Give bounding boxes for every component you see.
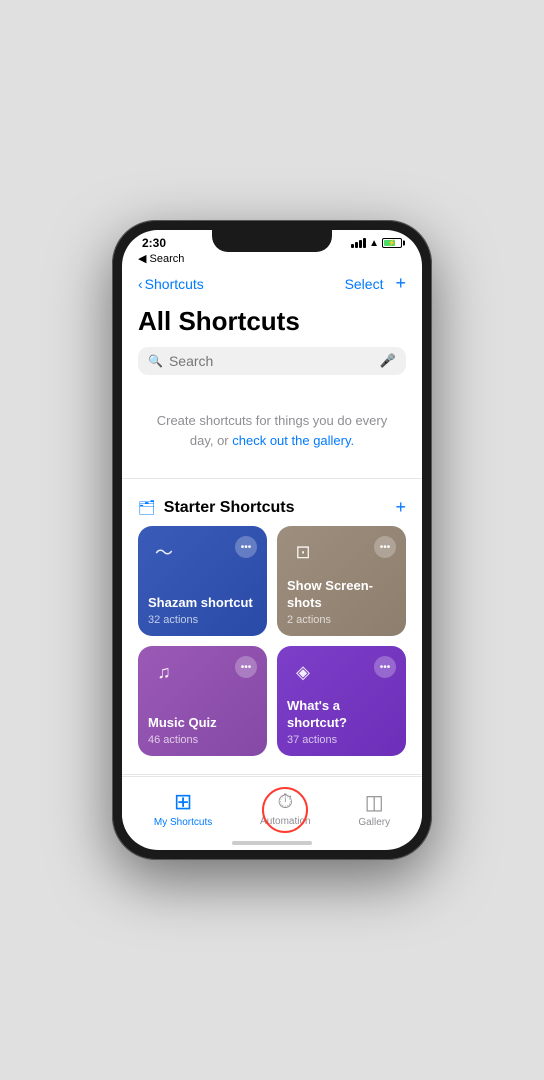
more-button-screenshots[interactable]: ••• <box>374 536 396 558</box>
folder-icon: 🗂 <box>138 499 156 516</box>
back-search-hint: ◀ Search <box>122 252 422 269</box>
shortcuts-grid: 〜 ••• Shazam shortcut 32 actions ⊡ ••• <box>122 526 422 766</box>
shortcut-card-shazam[interactable]: 〜 ••• Shazam shortcut 32 actions <box>138 526 267 636</box>
tab-automation[interactable]: ⏱ Automation <box>260 791 311 827</box>
microphone-icon[interactable]: 🎤 <box>380 353 396 369</box>
back-button[interactable]: ‹ Shortcuts <box>138 276 204 292</box>
shortcut-actions-shazam: 32 actions <box>148 614 257 626</box>
shortcut-actions-screenshots: 2 actions <box>287 614 396 626</box>
status-time: 2:30 <box>142 236 166 250</box>
nav-actions: Select + <box>345 273 406 294</box>
battery-icon: ⚡ <box>382 238 402 248</box>
search-input[interactable] <box>169 353 374 369</box>
shortcut-actions-whats-shortcut: 37 actions <box>287 734 396 746</box>
section-divider-1 <box>122 478 422 479</box>
notch <box>212 230 332 252</box>
shortcut-card-whats-shortcut[interactable]: ◈ ••• What's a shortcut? 37 actions <box>277 646 406 756</box>
starter-shortcuts-header: 🗂 Starter Shortcuts + <box>122 487 422 526</box>
wifi-icon: ▲ <box>369 238 379 249</box>
automation-icon: ⏱ <box>278 791 294 814</box>
tab-bar: ⊞ My Shortcuts ⏱ Automation ◫ Gallery <box>122 776 422 836</box>
shortcut-card-screenshots[interactable]: ⊡ ••• Show Screen­shots 2 actions <box>277 526 406 636</box>
musicquiz-icon: ♫ <box>148 656 180 688</box>
screenshots-icon: ⊡ <box>287 536 319 568</box>
tab-my-shortcuts[interactable]: ⊞ My Shortcuts <box>138 785 228 832</box>
my-shortcuts-icon: ⊞ <box>174 789 192 815</box>
select-button[interactable]: Select <box>345 276 384 292</box>
search-bar[interactable]: 🔍 🎤 <box>138 347 406 375</box>
tab-label-gallery: Gallery <box>358 817 390 828</box>
shortcut-name-whats-shortcut: What's a shortcut? <box>287 698 396 732</box>
shortcut-card-musicquiz[interactable]: ♫ ••• Music Quiz 46 actions <box>138 646 267 756</box>
gallery-link[interactable]: check out the gallery. <box>232 433 354 448</box>
gallery-tab-icon: ◫ <box>365 790 384 815</box>
nav-bar: ‹ Shortcuts Select + <box>122 269 422 302</box>
shortcut-name-musicquiz: Music Quiz <box>148 715 257 732</box>
section-divider-2 <box>122 774 422 775</box>
search-icon: 🔍 <box>148 354 163 368</box>
add-starter-button[interactable]: + <box>395 497 406 518</box>
shortcut-name-shazam: Shazam shortcut <box>148 595 257 612</box>
whats-shortcut-icon: ◈ <box>287 656 319 688</box>
starter-shortcuts-title: Starter Shortcuts <box>164 499 295 517</box>
shortcut-actions-musicquiz: 46 actions <box>148 734 257 746</box>
more-button-whats-shortcut[interactable]: ••• <box>374 656 396 678</box>
phone-screen: 2:30 ▲ ⚡ ◀ Search <box>122 230 422 850</box>
more-button-musicquiz[interactable]: ••• <box>235 656 257 678</box>
signal-icon <box>351 238 366 248</box>
shortcut-name-screenshots: Show Screen­shots <box>287 578 396 612</box>
tab-gallery[interactable]: ◫ Gallery <box>342 786 406 832</box>
chevron-left-icon: ‹ <box>138 276 143 292</box>
add-shortcut-button[interactable]: + <box>395 273 406 294</box>
page-title: All Shortcuts <box>122 302 422 347</box>
tab-label-automation: Automation <box>260 816 311 827</box>
more-button-shazam[interactable]: ••• <box>235 536 257 558</box>
home-indicator <box>122 836 422 850</box>
shazam-icon: 〜 <box>148 536 180 568</box>
tab-label-my-shortcuts: My Shortcuts <box>154 817 212 828</box>
main-content: All Shortcuts 🔍 🎤 Create shortcuts for t… <box>122 302 422 776</box>
phone-frame: 2:30 ▲ ⚡ ◀ Search <box>112 220 432 860</box>
empty-state-message: Create shortcuts for things you do every… <box>122 387 422 470</box>
